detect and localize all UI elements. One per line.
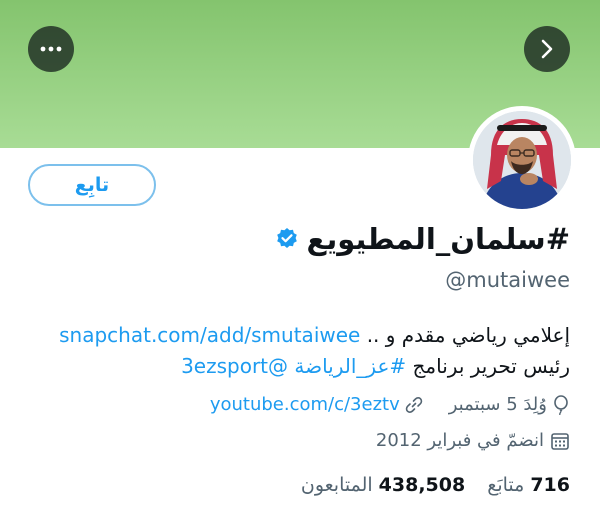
birthday-text: وُلِدَ 5 سبتمبر	[448, 394, 547, 415]
avatar-frame[interactable]	[468, 106, 576, 214]
forward-button[interactable]	[524, 26, 570, 72]
profile-bio: إعلامي رياضي مقدم و .. snapchat.com/add/…	[25, 320, 570, 382]
profile-meta-row: وُلِدَ 5 سبتمبر youtube.com/c/3eztv	[210, 394, 570, 415]
followers-count: 438,508	[378, 474, 466, 496]
calendar-icon	[550, 431, 570, 451]
bio-text: رئيس تحرير برنامج	[412, 354, 570, 378]
joined-text: انضمّ في فبراير 2012	[375, 430, 544, 451]
birthday-item: وُلِدَ 5 سبتمبر	[449, 394, 570, 415]
bio-text: إعلامي رياضي مقدم و ..	[366, 323, 570, 347]
joined-row: انضمّ في فبراير 2012	[376, 430, 570, 451]
following-stat[interactable]: 716 متابَع	[487, 474, 570, 496]
bio-mention-link[interactable]: @3ezsport	[181, 354, 288, 378]
profile-handle: @mutaiwee	[445, 268, 570, 292]
bio-hashtag-link[interactable]: #عز_الرياضة	[294, 354, 406, 378]
followers-stat[interactable]: 438,508 المتابعون	[301, 474, 465, 496]
following-label: متابَع	[487, 474, 525, 496]
follow-stats: 716 متابَع 438,508 المتابعون	[301, 474, 570, 496]
website-item[interactable]: youtube.com/c/3eztv	[210, 394, 423, 415]
more-horizontal-icon	[40, 46, 62, 52]
link-icon	[405, 396, 423, 414]
balloon-icon	[552, 394, 570, 415]
following-count: 716	[530, 474, 570, 496]
display-name: #سلمان_المطيويع	[306, 222, 570, 256]
bio-snapchat-link[interactable]: snapchat.com/add/smutaiwee	[59, 323, 360, 347]
verified-badge-icon	[275, 227, 299, 251]
follow-button[interactable]: تابِع	[28, 164, 156, 206]
more-options-button[interactable]	[28, 26, 74, 72]
website-link[interactable]: youtube.com/c/3eztv	[210, 394, 400, 415]
chevron-right-icon	[540, 39, 554, 59]
followers-label: المتابعون	[300, 474, 373, 496]
avatar[interactable]	[473, 111, 571, 209]
profile-name-row: #سلمان_المطيويع	[275, 222, 570, 256]
